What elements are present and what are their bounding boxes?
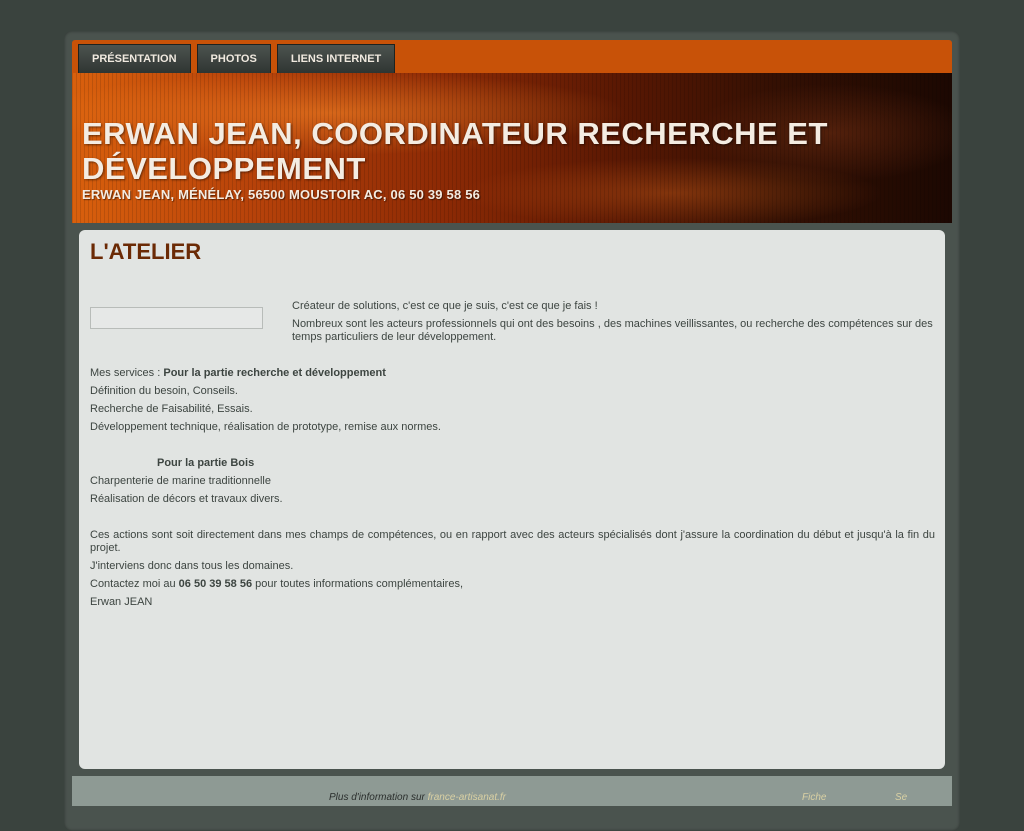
image-placeholder — [90, 307, 263, 329]
nav-item-liens-internet[interactable]: LIENS INTERNET — [276, 44, 396, 73]
main-nav: PRÉSENTATION PHOTOS LIENS INTERNET — [72, 40, 952, 73]
site-subtitle: ERWAN JEAN, MÉNÉLAY, 56500 MOUSTOIR AC, … — [82, 187, 481, 202]
rd-line: Recherche de Faisabilité, Essais. — [90, 403, 253, 415]
services-heading: Mes services : Pour la partie recherche … — [90, 367, 935, 380]
contact-phone: 06 50 39 58 56 — [178, 578, 253, 590]
intro-line: Nombreux sont les acteurs professionnels… — [292, 318, 933, 343]
signature: Erwan JEAN — [90, 596, 153, 608]
rd-line: Développement technique, réalisation de … — [90, 421, 441, 433]
page-title: L'ATELIER — [90, 239, 202, 264]
header-banner: ERWAN JEAN, COORDINATEUR RECHERCHE ET DÉ… — [72, 73, 952, 223]
main-content: L'ATELIER Créateur de solutions, c'est c… — [79, 230, 945, 769]
actions-text: Ces actions sont soit directement dans m… — [90, 529, 935, 554]
domains-text: J'interviens donc dans tous les domaines… — [90, 560, 294, 572]
footer: Plus d'information sur france-artisanat.… — [72, 776, 952, 806]
footer-info: Plus d'information sur france-artisanat.… — [329, 792, 506, 803]
nav-item-photos[interactable]: PHOTOS — [196, 44, 271, 73]
services-text: Mes services : Pour la partie recherche … — [90, 367, 935, 614]
bois-label: Pour la partie Bois — [157, 457, 255, 469]
rd-line: Définition du besoin, Conseils. — [90, 385, 238, 397]
footer-info-prefix: Plus d'information sur — [329, 792, 428, 803]
footer-link-fiche[interactable]: Fiche — [802, 792, 826, 803]
site-wrapper: PRÉSENTATION PHOTOS LIENS INTERNET ERWAN… — [72, 40, 952, 223]
contact-line: Contactez moi au 06 50 39 58 56 pour tou… — [90, 578, 935, 591]
services-prefix: Mes services : — [90, 367, 164, 379]
contact-prefix: Contactez moi au — [90, 578, 179, 590]
bois-line: Charpenterie de marine traditionnelle — [90, 475, 271, 487]
footer-link-france-artisanat[interactable]: france-artisanat.fr — [428, 792, 506, 803]
nav-item-presentation[interactable]: PRÉSENTATION — [78, 44, 191, 73]
bois-heading: Pour la partie Bois — [90, 457, 935, 470]
contact-suffix: pour toutes informations complémentaires… — [252, 578, 463, 590]
intro-line: Créateur de solutions, c'est ce que je s… — [292, 300, 598, 312]
footer-link-se[interactable]: Se — [895, 792, 907, 803]
services-rd-label: Pour la partie recherche et développemen… — [163, 367, 386, 379]
intro-text: Créateur de solutions, c'est ce que je s… — [292, 300, 935, 349]
bois-line: Réalisation de décors et travaux divers. — [90, 493, 283, 505]
site-title: ERWAN JEAN, COORDINATEUR RECHERCHE ET DÉ… — [82, 116, 828, 186]
